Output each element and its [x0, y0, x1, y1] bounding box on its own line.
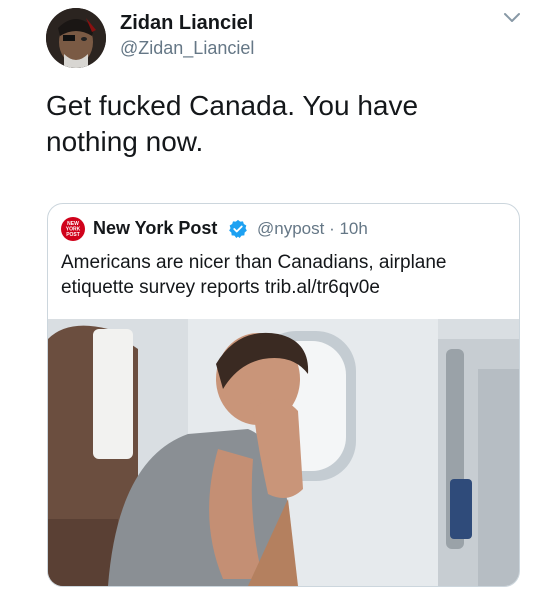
quoted-media-image[interactable]	[48, 319, 519, 586]
quoted-handle: @nypost	[257, 219, 325, 238]
quoted-time: · 10h	[329, 219, 368, 238]
quoted-handle-time[interactable]: @nypost · 10h	[257, 219, 368, 239]
avatar-image	[46, 8, 106, 68]
author-handle[interactable]: @Zidan_Lianciel	[120, 38, 254, 59]
tweet-text: Get fucked Canada. You have nothing now.	[46, 90, 419, 157]
quoted-author-name[interactable]: New York Post	[93, 218, 217, 239]
author-name[interactable]: Zidan Lianciel	[120, 12, 253, 35]
logo-text-line: POST	[66, 232, 80, 238]
nypost-logo: NEW YORK POST	[61, 217, 85, 241]
chevron-down-icon[interactable]	[502, 8, 522, 28]
verified-badge-icon	[229, 219, 247, 238]
quoted-tweet-card[interactable]: NEW YORK POST New York Post @nypost · 10…	[47, 203, 520, 587]
author-avatar[interactable]	[46, 8, 106, 68]
quoted-tweet-text: Americans are nicer than Canadians, airp…	[61, 252, 447, 298]
